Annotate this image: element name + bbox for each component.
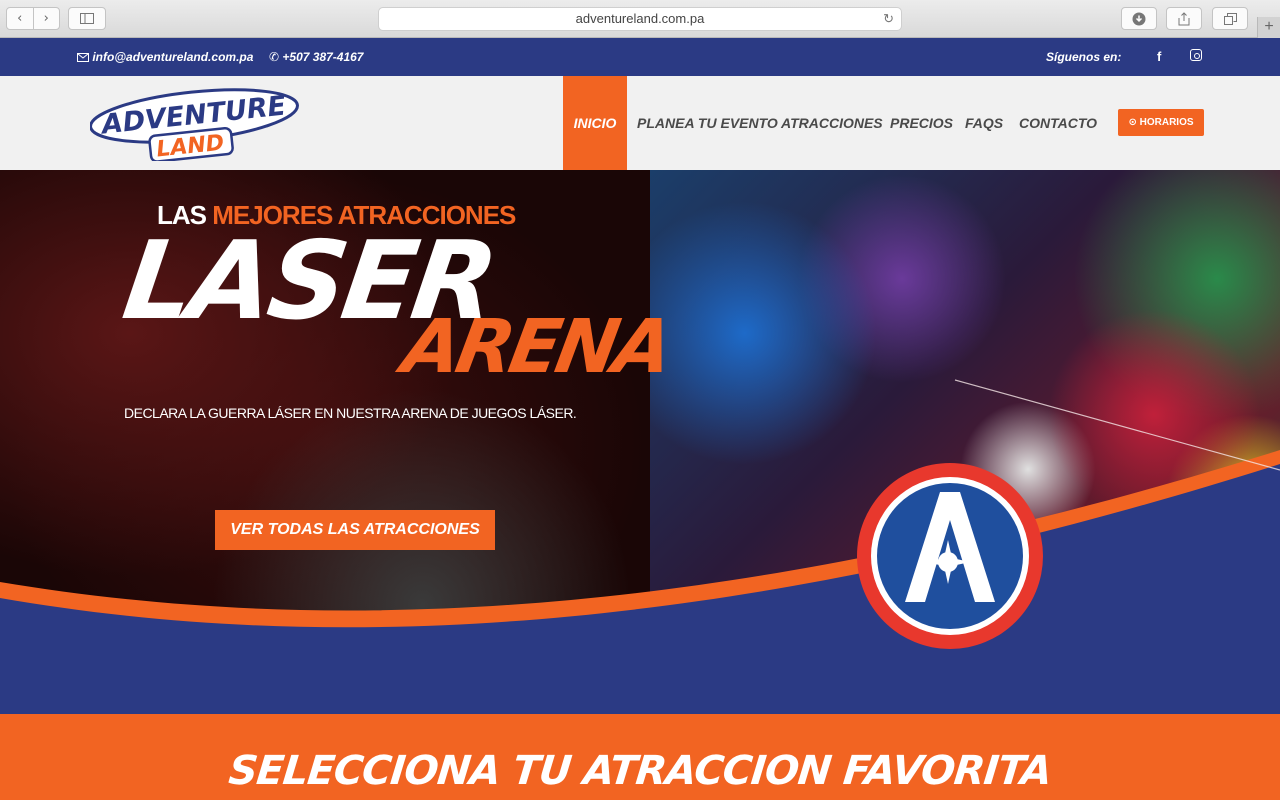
hero-banner: LAS MEJORES ATRACCIONES LASER ARENA DECL…	[0, 170, 1280, 714]
facebook-icon[interactable]: f	[1157, 49, 1161, 64]
email-text: info@adventureland.com.pa	[92, 50, 254, 64]
sidebar-toggle-icon[interactable]	[68, 7, 106, 30]
phone-link[interactable]: ✆ +507 387-4167	[269, 50, 363, 64]
tabs-overview-icon[interactable]	[1212, 7, 1248, 30]
section-title: SELECCIONA TU ATRACCION FAVORITA	[226, 748, 1054, 794]
nav-contacto[interactable]: CONTACTO	[1019, 76, 1097, 170]
nav-planea-tu-evento[interactable]: PLANEA TU EVENTO	[637, 76, 778, 170]
nav-precios[interactable]: PRECIOS	[890, 76, 953, 170]
reload-icon[interactable]: ↻	[883, 8, 894, 30]
nav-inicio[interactable]: INICIO	[563, 76, 627, 170]
new-tab-icon[interactable]: +	[1257, 17, 1280, 38]
site-header: ADVENTURE LAND INICIO PLANEA TU EVENTO A…	[0, 76, 1280, 170]
url-text: adventureland.com.pa	[575, 11, 705, 26]
browser-toolbar: ‹ › adventureland.com.pa ↻ +	[0, 0, 1280, 38]
history-nav: ‹ ›	[6, 7, 60, 30]
hero-subtitle: ARENA	[396, 304, 676, 390]
horarios-label: HORARIOS	[1139, 117, 1194, 128]
email-link[interactable]: info@adventureland.com.pa	[77, 50, 253, 64]
instagram-icon[interactable]	[1190, 49, 1202, 64]
forward-icon[interactable]: ›	[34, 8, 60, 29]
ver-atracciones-button[interactable]: VER TODAS LAS ATRACCIONES	[215, 510, 495, 550]
contact-bar: info@adventureland.com.pa ✆ +507 387-416…	[0, 38, 1280, 76]
downloads-icon[interactable]	[1121, 7, 1157, 30]
address-bar[interactable]: adventureland.com.pa ↻	[378, 7, 902, 31]
envelope-icon	[77, 50, 92, 64]
phone-icon: ✆	[269, 50, 280, 64]
hero-tagline: DECLARA LA GUERRA LÁSER EN NUESTRA ARENA…	[124, 405, 577, 421]
clock-icon: ⊙	[1128, 117, 1137, 128]
share-icon[interactable]	[1166, 7, 1202, 30]
phone-text: +507 387-4167	[282, 50, 364, 64]
laser-arena-badge-icon	[857, 463, 1043, 649]
back-icon[interactable]: ‹	[7, 8, 34, 29]
adventureland-logo[interactable]: ADVENTURE LAND	[89, 86, 305, 163]
attractions-section: SELECCIONA TU ATRACCION FAVORITA	[0, 714, 1280, 800]
follow-label: Síguenos en:	[1046, 50, 1122, 64]
horarios-button[interactable]: ⊙ HORARIOS	[1118, 109, 1204, 136]
nav-atracciones[interactable]: ATRACCIONES	[781, 76, 883, 170]
nav-faqs[interactable]: FAQS	[965, 76, 1003, 170]
